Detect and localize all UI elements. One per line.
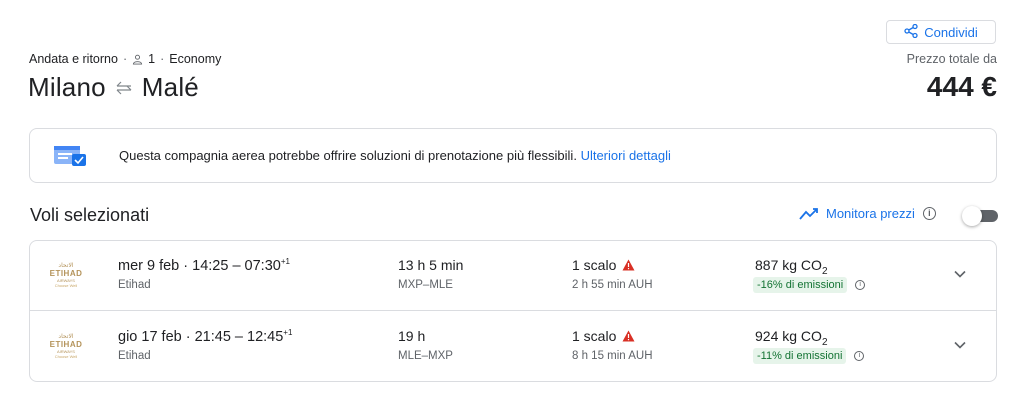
layover-info: 2 h 55 min AUH — [572, 279, 653, 291]
warning-icon — [622, 330, 635, 342]
info-icon[interactable]: i — [855, 280, 866, 290]
trend-icon — [798, 207, 820, 221]
trip-meta: Andata e ritorno · 1 · Economy — [29, 52, 222, 66]
share-icon — [904, 23, 918, 41]
flight-stops: 1 scalo — [572, 257, 635, 273]
emissions-badge: -11% di emissioni — [753, 348, 847, 364]
price-tracking-label: Monitora prezzi — [826, 206, 915, 221]
emissions-badge: -16% di emissioni — [753, 277, 848, 293]
price-tracking[interactable]: Monitora prezzi i — [798, 206, 936, 221]
flight-stops: 1 scalo — [572, 328, 635, 344]
trip-type: Andata e ritorno — [29, 52, 118, 66]
flight-times: mer 9 feb · 14:25 – 07:30+1 — [118, 257, 290, 274]
expand-button[interactable] — [953, 340, 967, 350]
flight-duration: 13 h 5 min — [398, 257, 464, 273]
info-icon[interactable]: i — [922, 207, 936, 220]
flight-route: MLE–MXP — [398, 350, 453, 362]
airline-logo: الاتحاد ETIHAD AIRWAYS Choose Well — [49, 334, 83, 359]
warning-icon — [622, 259, 635, 271]
passenger-count: 1 — [148, 52, 156, 66]
co2-emissions: 924 kg CO2 — [755, 328, 828, 348]
swap-arrows-icon — [114, 81, 134, 95]
flight-duration: 19 h — [398, 328, 426, 344]
flight-row[interactable]: الاتحاد ETIHAD AIRWAYS Choose Well mer 9… — [30, 241, 996, 311]
destination-city: Malé — [141, 72, 199, 102]
banner-details-link[interactable]: Ulteriori dettagli — [581, 148, 671, 163]
co2-emissions: 887 kg CO2 — [755, 257, 828, 277]
airline-name: Etihad — [118, 279, 151, 291]
price-tracking-toggle[interactable] — [962, 206, 998, 226]
layover-info: 8 h 15 min AUH — [572, 350, 653, 362]
chevron-down-icon — [954, 341, 966, 349]
total-price: 444 € — [926, 71, 997, 102]
selected-flights-list: الاتحاد ETIHAD AIRWAYS Choose Well mer 9… — [29, 240, 997, 382]
share-button[interactable]: Condividi — [886, 20, 996, 44]
person-icon — [132, 54, 143, 65]
airline-name: Etihad — [118, 350, 151, 362]
flexible-booking-banner: Questa compagnia aerea potrebbe offrire … — [29, 128, 997, 183]
share-label: Condividi — [924, 24, 978, 40]
flight-times: gio 17 feb · 21:45 – 12:45+1 — [118, 328, 293, 345]
chevron-down-icon — [954, 270, 966, 278]
banner-message: Questa compagnia aerea potrebbe offrire … — [119, 148, 577, 163]
total-price-label: Prezzo totale da — [906, 52, 997, 66]
flight-route: MXP–MLE — [398, 279, 453, 291]
selected-flights-title: Voli selezionati — [30, 205, 150, 225]
route-title: Milano Malé — [28, 72, 199, 103]
expand-button[interactable] — [953, 269, 967, 279]
info-icon[interactable]: i — [854, 351, 865, 361]
origin-city: Milano — [28, 72, 106, 102]
booking-info-icon — [52, 144, 88, 170]
flight-row[interactable]: الاتحاد ETIHAD AIRWAYS Choose Well gio 1… — [30, 312, 996, 382]
airline-logo: الاتحاد ETIHAD AIRWAYS Choose Well — [49, 263, 83, 288]
cabin-class: Economy — [169, 52, 222, 66]
